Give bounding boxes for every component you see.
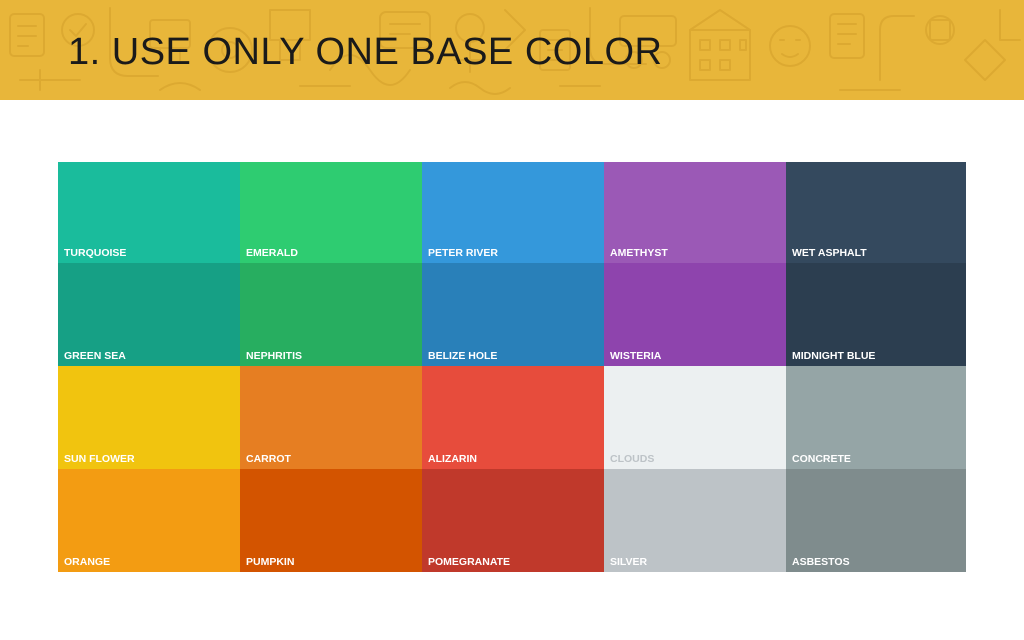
swatch-label: TURQUOISE [64, 247, 127, 259]
swatch-wisteria: WISTERIA [604, 263, 786, 366]
swatch-label: PETER RIVER [428, 247, 499, 259]
swatch-label: SUN FLOWER [64, 453, 135, 465]
swatch-green-sea: GREEN SEA [58, 263, 240, 366]
header-banner: 1. USE ONLY ONE BASE COLOR [0, 0, 1024, 100]
swatch-label: ALIZARIN [428, 453, 477, 465]
swatch-silver: SILVER [604, 469, 786, 572]
swatch-label: POMEGRANATE [428, 556, 511, 568]
swatch-wet-asphalt: WET ASPHALT [786, 162, 966, 263]
swatch-label: GREEN SEA [64, 350, 126, 362]
swatch-turquoise: TURQUOISE [58, 162, 240, 263]
swatch-label: CARROT [246, 453, 291, 465]
swatch-label: CONCRETE [792, 453, 851, 465]
swatch-pomegranate: POMEGRANATE [422, 469, 604, 572]
swatch-emerald: EMERALD [240, 162, 422, 263]
page-title: 1. USE ONLY ONE BASE COLOR [68, 31, 663, 73]
swatch-concrete: CONCRETE [786, 366, 966, 469]
swatch-midnight-blue: MIDNIGHT BLUE [786, 263, 966, 366]
slide: 1. USE ONLY ONE BASE COLOR TURQUOISE EMER… [0, 0, 1024, 640]
swatch-pumpkin: PUMPKIN [240, 469, 422, 572]
swatch-sun-flower: SUN FLOWER [58, 366, 240, 469]
swatch-label: SILVER [610, 556, 648, 568]
swatch-label: ASBESTOS [792, 556, 850, 568]
swatch-nephritis: NEPHRITIS [240, 263, 422, 366]
swatch-belize-hole: BELIZE HOLE [422, 263, 604, 366]
swatch-alizarin: ALIZARIN [422, 366, 604, 469]
swatch-label: PUMPKIN [246, 556, 295, 568]
swatch-carrot: CARROT [240, 366, 422, 469]
swatch-label: ORANGE [64, 556, 111, 568]
swatch-peter-river: PETER RIVER [422, 162, 604, 263]
color-palette-grid: TURQUOISE EMERALD PETER RIVER AMETHYST WET A… [58, 162, 966, 572]
swatch-orange: ORANGE [58, 469, 240, 572]
swatch-label: AMETHYST [610, 247, 668, 259]
swatch-label: WISTERIA [610, 350, 662, 362]
swatch-label: CLOUDS [610, 453, 655, 465]
swatch-label: EMERALD [246, 247, 298, 259]
swatch-asbestos: ASBESTOS [786, 469, 966, 572]
swatch-label: MIDNIGHT BLUE [792, 350, 876, 362]
swatch-clouds: CLOUDS [604, 366, 786, 469]
swatch-amethyst: AMETHYST [604, 162, 786, 263]
swatch-label: NEPHRITIS [246, 350, 303, 362]
swatch-label: BELIZE HOLE [428, 350, 498, 362]
swatch-label: WET ASPHALT [792, 247, 867, 259]
